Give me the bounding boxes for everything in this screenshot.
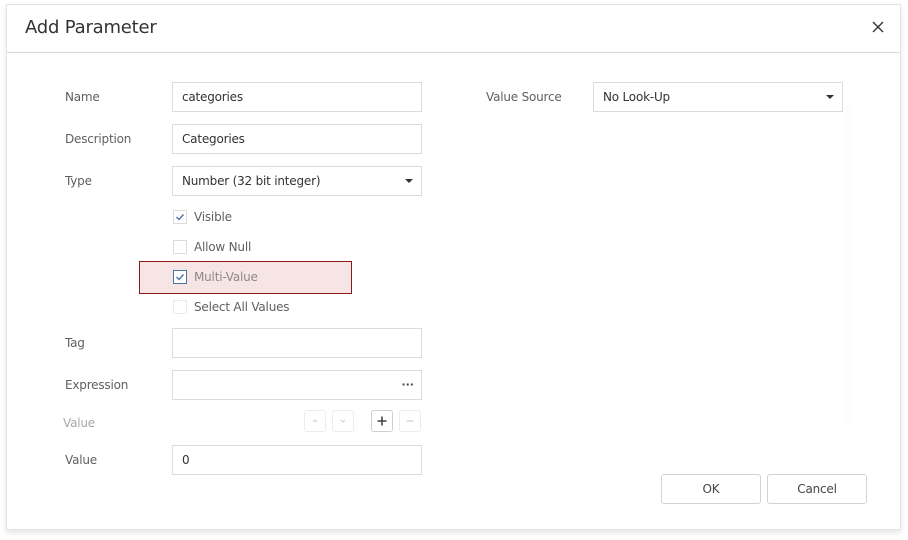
cancel-button[interactable]: Cancel bbox=[767, 474, 867, 504]
checkbox-box bbox=[173, 270, 187, 284]
plus-icon bbox=[377, 416, 387, 426]
tag-label: Tag bbox=[65, 336, 85, 350]
dialog-header: Add Parameter bbox=[7, 5, 900, 53]
type-select[interactable]: Number (32 bit integer) bbox=[172, 166, 422, 196]
add-value-button[interactable] bbox=[371, 410, 393, 432]
move-down-button[interactable] bbox=[332, 410, 354, 432]
panel-divider bbox=[845, 105, 853, 423]
name-label: Name bbox=[65, 90, 100, 104]
multi-value-label: Multi-Value bbox=[194, 270, 258, 284]
add-parameter-dialog: Add Parameter Name categories Descriptio… bbox=[6, 4, 901, 530]
dialog-title: Add Parameter bbox=[25, 17, 157, 38]
description-input[interactable]: Categories bbox=[172, 124, 422, 154]
value-input[interactable]: 0 bbox=[172, 445, 422, 475]
chevron-down-icon bbox=[340, 419, 346, 423]
value-source-select[interactable]: No Look-Up bbox=[593, 82, 843, 112]
checkbox-box bbox=[173, 210, 187, 224]
checkbox-box bbox=[173, 240, 187, 254]
values-section-label: Value bbox=[63, 416, 95, 430]
expression-label: Expression bbox=[65, 378, 129, 392]
remove-value-button[interactable] bbox=[399, 410, 421, 432]
ok-button[interactable]: OK bbox=[661, 474, 761, 504]
checkbox-box bbox=[173, 300, 187, 314]
description-label: Description bbox=[65, 132, 132, 146]
checkmark-icon bbox=[176, 274, 185, 281]
allow-null-label: Allow Null bbox=[194, 240, 252, 254]
move-up-button[interactable] bbox=[304, 410, 326, 432]
name-input[interactable]: categories bbox=[172, 82, 422, 112]
chevron-down-icon bbox=[826, 95, 834, 99]
value-source-value: No Look-Up bbox=[603, 90, 670, 104]
visible-label: Visible bbox=[194, 210, 232, 224]
type-select-value: Number (32 bit integer) bbox=[182, 174, 321, 188]
minus-icon bbox=[406, 420, 414, 422]
type-label: Type bbox=[65, 174, 92, 188]
close-button[interactable] bbox=[866, 15, 890, 39]
expression-input[interactable]: ··· bbox=[172, 370, 422, 400]
value-label: Value bbox=[65, 453, 97, 467]
ellipsis-button[interactable]: ··· bbox=[401, 371, 414, 399]
chevron-down-icon bbox=[405, 179, 413, 183]
value-source-label: Value Source bbox=[486, 90, 562, 104]
close-icon bbox=[872, 21, 884, 33]
select-all-values-label: Select All Values bbox=[194, 300, 290, 314]
chevron-up-icon bbox=[312, 419, 318, 423]
checkmark-icon bbox=[176, 214, 185, 221]
tag-input[interactable] bbox=[172, 328, 422, 358]
